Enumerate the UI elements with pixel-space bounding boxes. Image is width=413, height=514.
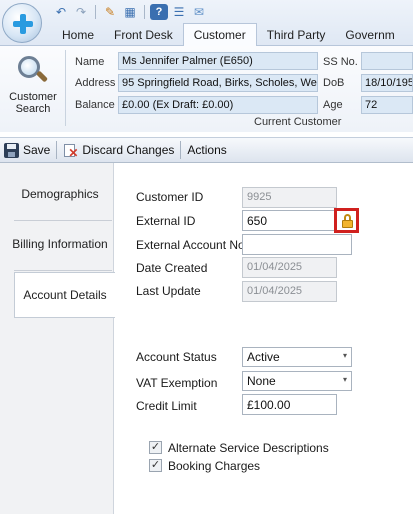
lock-button[interactable] [334,208,359,233]
nav-account-details[interactable]: Account Details [14,272,115,318]
list-icon[interactable]: ☰ [170,4,188,20]
redo-icon[interactable]: ↷ [72,4,90,20]
name-value: Ms Jennifer Palmer (E650) [118,52,318,70]
address-label: Address [75,77,116,89]
side-navigation: Demographics Billing Information Account… [0,163,115,514]
balance-value: £0.00 (Ex Draft: £0.00) [118,96,318,114]
external-account-label: External Account No [136,238,245,252]
quick-access-toolbar: ↶ ↷ ✎ ▦ ? ☰ ✉ [52,3,208,21]
magnifier-icon [16,54,50,88]
dob-label: DoB [323,77,345,89]
last-update-field: 01/04/2025 [242,281,337,302]
dob-value: 18/10/195 [361,74,413,92]
chat-icon[interactable]: ✉ [190,4,208,20]
current-customer-caption: Current Customer [254,116,342,128]
edit-icon[interactable]: ✎ [101,4,119,20]
current-customer-panel: Customer Search Name Ms Jennifer Palmer … [0,46,413,132]
save-button[interactable]: Save [0,139,54,161]
save-label: Save [23,143,51,157]
date-created-label: Date Created [136,261,208,275]
undo-icon[interactable]: ↶ [52,4,70,20]
vat-exemption-value: None [247,374,276,388]
ss-no-label: SS No. [323,56,358,68]
account-status-label: Account Status [136,350,217,364]
alternate-service-checkbox[interactable]: ✓ [149,441,162,454]
alternate-service-label: Alternate Service Descriptions [168,441,329,455]
lock-icon [342,214,353,228]
help-icon[interactable]: ? [150,4,168,20]
account-status-select[interactable]: Active ▾ [242,347,352,367]
age-value: 72 [361,96,413,114]
ribbon: ↶ ↷ ✎ ▦ ? ☰ ✉ Home Front Desk Customer T… [0,0,413,46]
actions-button[interactable]: Actions [183,139,230,161]
customer-search-button[interactable]: Customer Search [4,52,62,122]
credit-limit-field[interactable]: £100.00 [242,394,337,415]
actions-label: Actions [187,143,227,157]
tab-third-party[interactable]: Third Party [257,24,336,46]
vat-exemption-label: VAT Exemption [136,376,218,390]
age-label: Age [323,99,343,111]
tab-front-desk[interactable]: Front Desk [104,24,183,46]
address-value: 95 Springfield Road, Birks, Scholes, Wes… [118,74,318,92]
name-label: Name [75,56,105,68]
app-menu-button[interactable] [2,3,42,43]
customer-search-label: Customer [9,91,57,103]
nav-billing-information[interactable]: Billing Information [6,221,114,267]
tab-home[interactable]: Home [52,24,104,46]
vat-exemption-select[interactable]: None ▾ [242,371,352,391]
account-status-value: Active [247,350,280,364]
booking-charges-label: Booking Charges [168,459,261,473]
balance-label: Balance [75,99,115,111]
tab-government[interactable]: Governm [335,24,404,46]
chevron-down-icon: ▾ [342,375,347,384]
customer-id-label: Customer ID [136,190,204,204]
discard-changes-button[interactable]: ✕ Discard Changes [59,139,178,161]
nav-demographics[interactable]: Demographics [6,171,114,217]
chevron-down-icon: ▾ [342,351,347,360]
last-update-label: Last Update [136,284,201,298]
booking-charges-checkbox[interactable]: ✓ [149,459,162,472]
action-toolbar: Save ✕ Discard Changes Actions [0,137,413,163]
ribbon-tabs: Home Front Desk Customer Third Party Gov… [52,23,405,46]
discard-label: Discard Changes [82,143,175,157]
date-created-field: 01/04/2025 [242,257,337,278]
external-id-label: External ID [136,214,196,228]
calendar-icon[interactable]: ▦ [121,4,139,20]
customer-id-field: 9925 [242,187,337,208]
tab-customer[interactable]: Customer [182,23,257,46]
external-id-field[interactable]: 650 [242,210,337,231]
discard-icon: ✕ [63,143,78,159]
credit-limit-label: Credit Limit [136,399,197,413]
ss-no-value [361,52,413,70]
customer-search-label-2: Search [15,103,51,115]
external-account-field[interactable] [242,234,352,255]
save-icon [4,142,19,158]
